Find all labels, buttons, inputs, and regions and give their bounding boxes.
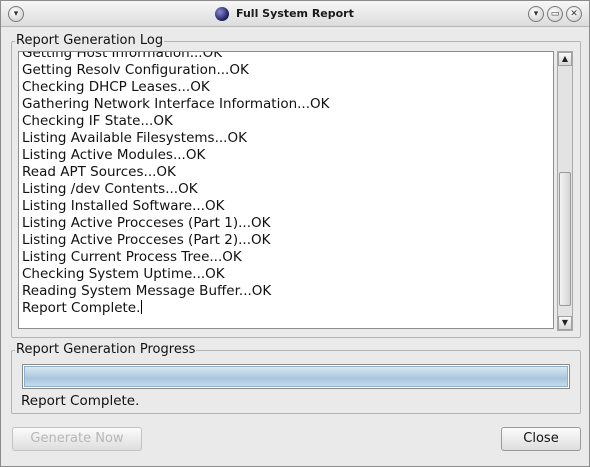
- log-line: Listing Active Modules...OK: [22, 147, 206, 163]
- log-line: Listing Installed Software...OK: [22, 198, 225, 214]
- close-button[interactable]: Close: [501, 427, 581, 451]
- log-line: Listing /dev Contents...OK: [22, 181, 198, 197]
- scrollbar-thumb[interactable]: [559, 172, 571, 306]
- log-line: Listing Active Procceses (Part 2)...OK: [22, 232, 271, 248]
- log-line: Checking System Uptime...OK: [22, 266, 225, 282]
- log-line: Getting Resolv Configuration...OK: [22, 62, 249, 78]
- report-window: ▾ Full System Report ▾ ▭ ✕ Report Genera…: [0, 0, 590, 467]
- log-text-area[interactable]: Getting Host Information...OK Getting Res…: [18, 51, 554, 329]
- arrow-up-icon[interactable]: ▲: [558, 52, 572, 66]
- log-line: Listing Active Procceses (Part 1)...OK: [22, 215, 271, 231]
- app-globe-icon: [215, 7, 229, 21]
- log-line: Report Complete.: [22, 300, 143, 316]
- progress-group-title: Report Generation Progress: [15, 342, 197, 358]
- title-bar[interactable]: ▾ Full System Report ▾ ▭ ✕: [1, 1, 589, 27]
- progress-status-text: Report Complete.: [21, 393, 140, 409]
- log-line: Read APT Sources...OK: [22, 164, 176, 180]
- log-group-title: Report Generation Log: [15, 33, 165, 49]
- log-line: Listing Current Process Tree...OK: [22, 249, 242, 265]
- log-lines: Getting Host Information...OK Getting Res…: [22, 51, 330, 317]
- arrow-down-icon[interactable]: ▼: [558, 316, 572, 330]
- log-line: Gathering Network Interface Information.…: [22, 96, 330, 112]
- log-line: Checking DHCP Leases...OK: [22, 79, 210, 95]
- log-scrollbar[interactable]: ▲ ▼: [557, 51, 573, 331]
- window-menu-button[interactable]: ▾: [8, 6, 24, 22]
- generate-now-button[interactable]: Generate Now: [12, 427, 142, 451]
- window-title: Full System Report: [236, 7, 354, 20]
- progress-bar-fill: [24, 366, 568, 387]
- log-line: Getting Host Information...OK: [22, 51, 223, 61]
- log-line: Listing Available Filesystems...OK: [22, 130, 247, 146]
- close-window-button[interactable]: ✕: [566, 6, 582, 22]
- maximize-button[interactable]: ▭: [547, 6, 563, 22]
- log-line: Checking IF State...OK: [22, 113, 173, 129]
- text-cursor: [141, 300, 143, 314]
- progress-bar: [22, 364, 570, 389]
- log-line: Reading System Message Buffer...OK: [22, 283, 272, 299]
- minimize-button[interactable]: ▾: [528, 6, 544, 22]
